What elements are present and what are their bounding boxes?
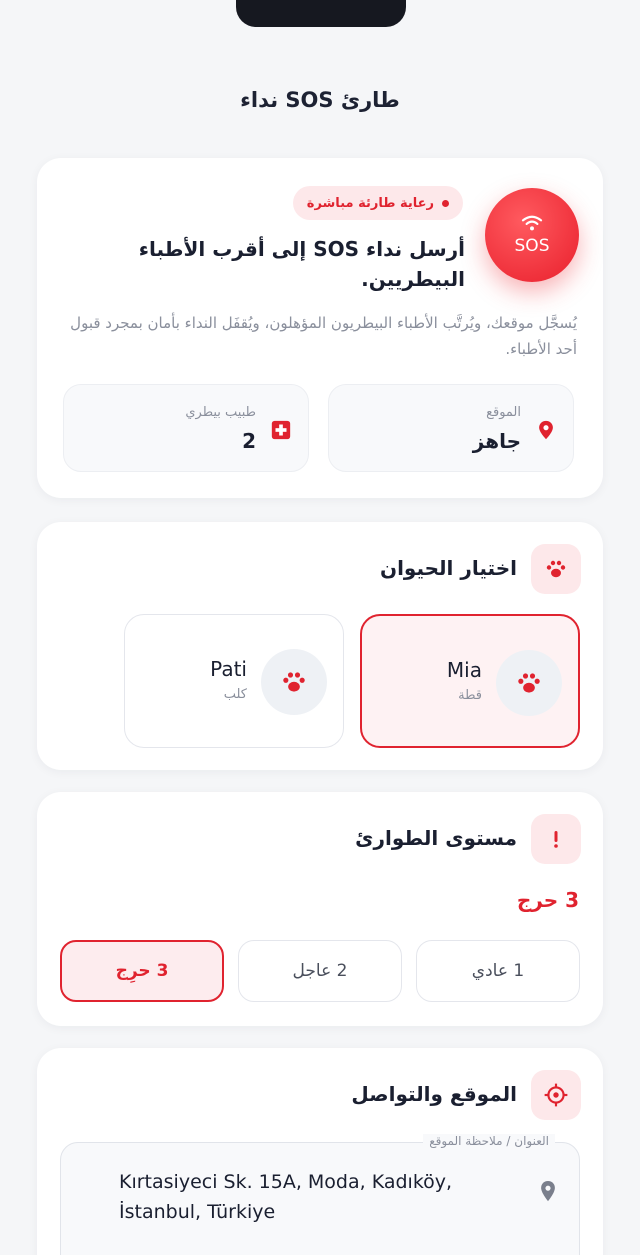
signal-icon [521, 215, 543, 231]
paw-icon [518, 673, 540, 693]
vet-count-label: طبيب بيطري [185, 405, 256, 420]
pet-name: Mia [446, 658, 482, 682]
emergency-level-card: مستوى الطوارئ 3 حرج 1 عادي 2 عاجل 3 حرِج [37, 792, 603, 1026]
paw-icon [546, 560, 566, 578]
vet-count-tile: طبيب بيطري 2 [63, 384, 309, 472]
level-option-urgent[interactable]: 2 عاجل [238, 940, 402, 1002]
pet-selection-card: اختيار الحيوان Mia قطة Pati كلب [37, 522, 603, 770]
map-pin-icon [539, 420, 553, 440]
address-value: Kırtasiyeci Sk. 15A, Moda, Kadıköy, İsta… [119, 1171, 453, 1223]
target-section-icon [531, 1070, 581, 1120]
pet-section-title: اختيار الحيوان [380, 556, 517, 580]
sos-hero-card: SOS رعاية طارئة مباشرة أرسل نداء SOS إلى… [37, 158, 603, 498]
location-label: الموقع [486, 405, 521, 420]
sos-button[interactable]: SOS [485, 188, 579, 282]
sos-button-label: SOS [514, 236, 550, 256]
pet-avatar [496, 650, 562, 716]
medical-cross-icon [271, 420, 291, 440]
hero-headline: أرسل نداء SOS إلى أقرب الأطباء البيطريين… [138, 237, 465, 291]
pet-name: Pati [210, 657, 247, 681]
pet-avatar [261, 649, 327, 715]
exclamation-section-icon [531, 814, 581, 864]
location-contact-card: الموقع والتواصل العنوان / ملاحظة الموقع … [37, 1048, 603, 1255]
vet-count-value: 2 [242, 429, 256, 453]
pet-type: قطة [458, 688, 482, 703]
location-value: جاهز [472, 429, 521, 453]
exclamation-icon [554, 831, 558, 848]
target-icon [544, 1083, 568, 1107]
page-title: نداء SOS طارئ [240, 88, 400, 112]
location-status-tile: الموقع جاهز [328, 384, 574, 472]
pet-card-mia[interactable]: Mia قطة [360, 614, 580, 748]
device-notch [236, 0, 406, 27]
pet-type: كلب [223, 687, 247, 702]
contact-section-title: الموقع والتواصل [351, 1082, 517, 1106]
paw-icon [283, 672, 305, 692]
live-dot-icon [442, 199, 449, 207]
pet-card-pati[interactable]: Pati كلب [124, 614, 344, 748]
level-option-critical[interactable]: 3 حرِج [60, 940, 224, 1002]
emergency-section-title: مستوى الطوارئ [355, 826, 517, 850]
hero-description: يُسجَّل موقعك، ويُرتَّب الأطباء البيطريو… [70, 314, 577, 358]
current-level-text: 3 حرج [516, 888, 579, 912]
paw-section-icon [531, 544, 581, 594]
address-field[interactable]: العنوان / ملاحظة الموقع Kırtasiyeci Sk. … [60, 1134, 580, 1255]
live-care-badge: رعاية طارئة مباشرة [292, 186, 463, 220]
level-option-normal[interactable]: 1 عادي [416, 940, 580, 1002]
address-field-label: العنوان / ملاحظة الموقع [423, 1134, 555, 1148]
map-pin-icon [541, 1181, 555, 1202]
